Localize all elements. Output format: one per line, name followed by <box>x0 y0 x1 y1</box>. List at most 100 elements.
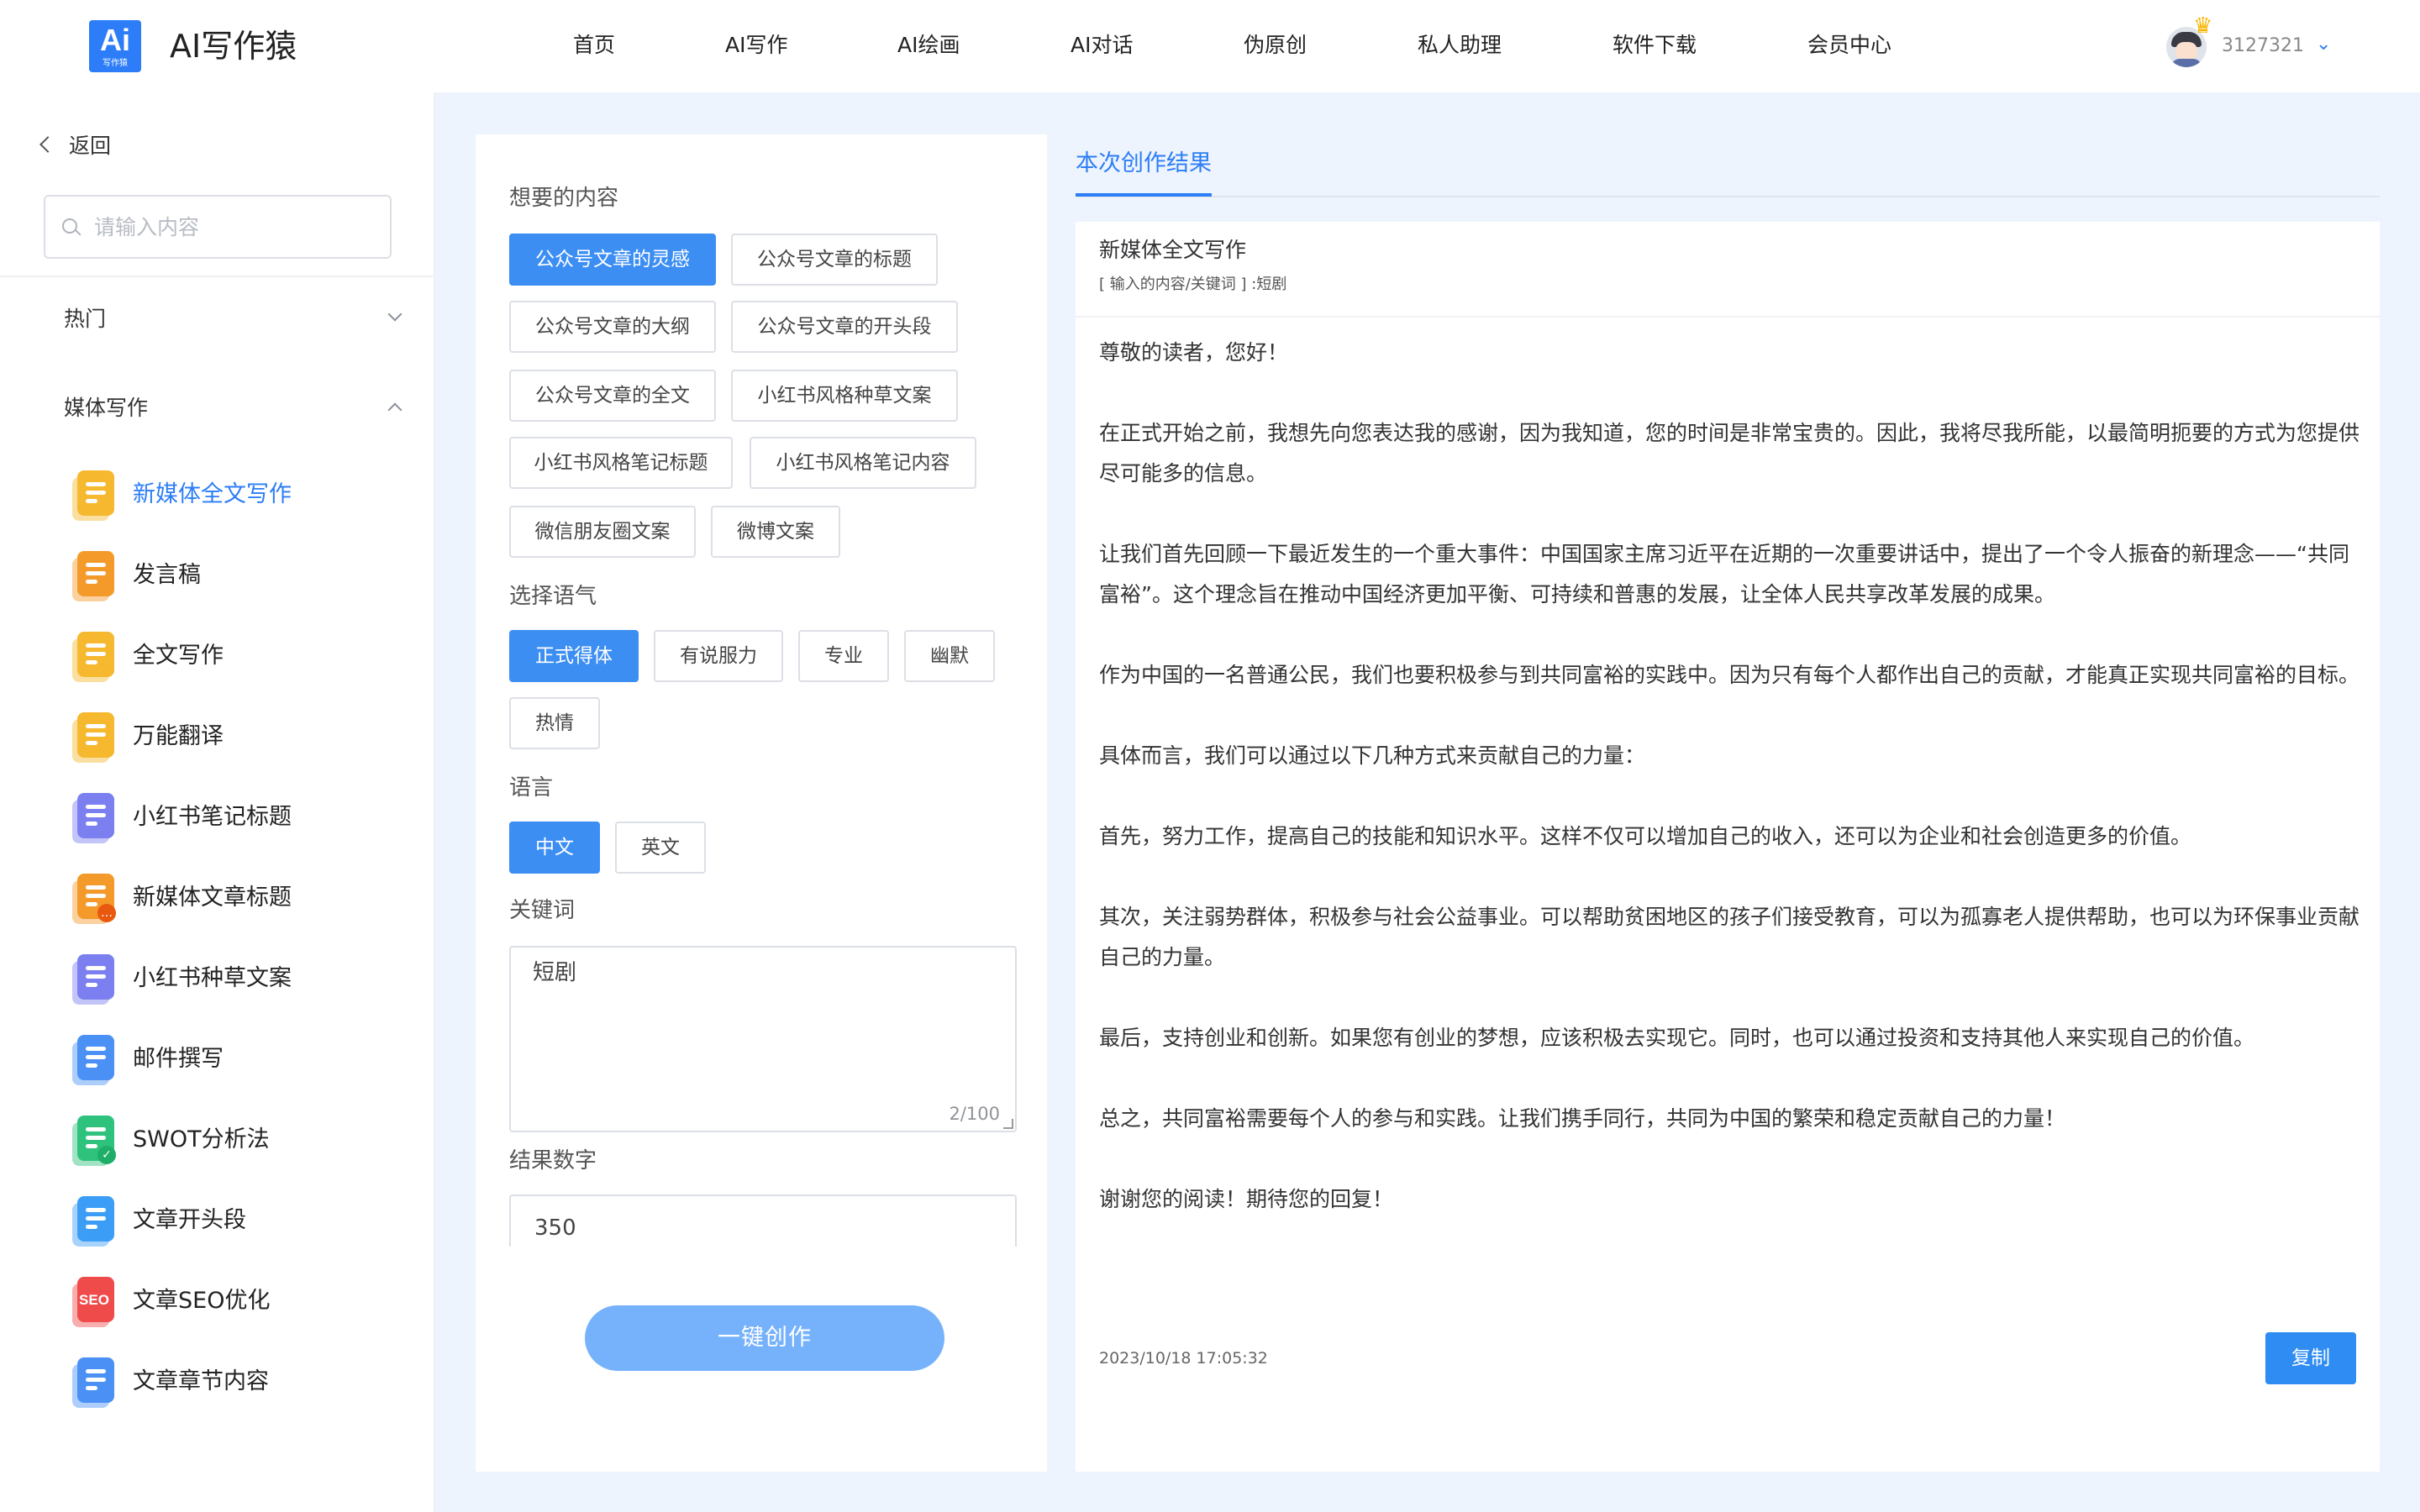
back-button[interactable]: 返回 <box>39 131 112 161</box>
doc-blue-icon <box>72 1196 116 1247</box>
sidebar-item[interactable]: 邮件撰写 <box>71 1030 407 1089</box>
resize-handle-icon[interactable] <box>1003 1119 1013 1129</box>
content-option[interactable]: 公众号文章的标题 <box>731 234 938 286</box>
doc-blue-icon <box>72 1357 116 1408</box>
tab-bar-line <box>1076 196 2380 197</box>
sidebar-item[interactable]: 文章开头段 <box>71 1191 407 1250</box>
result-body: 尊敬的读者，您好！ 在正式开始之前，我想先向您表达我的感谢，因为我知道，您的时间… <box>1099 333 2360 1260</box>
tab-active-indicator <box>1076 193 1212 197</box>
chat-bubble-icon <box>72 712 116 763</box>
keyword-label: 关键词 <box>509 898 576 923</box>
result-paragraph: 在正式开始之前，我想先向您表达我的感谢，因为我知道，您的时间是非常宝贵的。因此，… <box>1099 421 2360 486</box>
doc-yellow-icon <box>72 632 116 682</box>
content-option[interactable]: 小红书风格笔记内容 <box>750 437 976 489</box>
sidebar-item-label: 全文写作 <box>133 643 224 669</box>
create-button[interactable]: 一键创作 <box>585 1305 944 1371</box>
seo-calendar-icon: SEO <box>72 1277 116 1327</box>
result-count-field[interactable] <box>509 1194 1017 1247</box>
sidebar-item[interactable]: … 新媒体文章标题 <box>71 869 407 927</box>
tone-option[interactable]: 正式得体 <box>509 630 639 682</box>
sidebar: 返回 热门 媒体写作 新媒体全文写作发言稿全文写作万能翻译小红书笔记标题 … 新媒体… <box>0 92 435 1512</box>
sidebar-item-label: 新媒体全文写作 <box>133 481 292 507</box>
content-option[interactable]: 微博文案 <box>711 506 840 558</box>
bookmark-purple-icon <box>72 954 116 1005</box>
tone-option[interactable]: 有说服力 <box>654 630 783 682</box>
sidebar-item-label: SWOT分析法 <box>133 1126 270 1152</box>
result-timestamp: 2023/10/18 17:05:32 <box>1099 1349 1268 1368</box>
nav-rewrite[interactable]: 伪原创 <box>1244 30 1307 60</box>
check-green-icon: ✓ <box>72 1116 116 1166</box>
language-label: 语言 <box>509 775 554 801</box>
language-option[interactable]: 中文 <box>509 822 600 874</box>
nav-assistant[interactable]: 私人助理 <box>1418 30 1502 60</box>
category-hot[interactable]: 热门 <box>64 304 402 334</box>
content-option[interactable]: 公众号文章的开头段 <box>731 301 958 353</box>
keyword-field[interactable]: 短剧 2/100 <box>509 946 1017 1132</box>
tone-label: 选择语气 <box>509 584 597 609</box>
result-title: 新媒体全文写作 <box>1099 238 1247 262</box>
category-media-writing[interactable]: 媒体写作 <box>64 393 402 423</box>
search-input[interactable] <box>94 208 371 245</box>
nav-home[interactable]: 首页 <box>573 30 615 60</box>
content-option[interactable]: 公众号文章的灵感 <box>509 234 716 286</box>
sidebar-item-label: 小红书种草文案 <box>133 965 292 991</box>
search-icon <box>62 218 82 237</box>
result-count-input[interactable] <box>534 1211 988 1245</box>
result-count-label: 结果数字 <box>509 1148 597 1173</box>
tone-option[interactable]: 专业 <box>798 630 889 682</box>
result-divider <box>1076 316 2380 318</box>
content-option[interactable]: 公众号文章的全文 <box>509 370 716 422</box>
sidebar-item[interactable]: ✓ SWOT分析法 <box>71 1110 407 1169</box>
sidebar-item[interactable]: 全文写作 <box>71 627 407 685</box>
nav-membership[interactable]: 会员中心 <box>1807 30 1891 60</box>
sidebar-item[interactable]: 万能翻译 <box>71 707 407 766</box>
content-label: 想要的内容 <box>509 186 619 211</box>
nav-download[interactable]: 软件下载 <box>1612 30 1697 60</box>
vip-crown-icon: ♛ <box>2193 13 2213 39</box>
tone-option[interactable]: 幽默 <box>904 630 995 682</box>
sidebar-item-label: 小红书笔记标题 <box>133 804 292 830</box>
tab-result[interactable]: 本次创作结果 <box>1076 148 1212 180</box>
content-option[interactable]: 公众号文章的大纲 <box>509 301 716 353</box>
doc-yellow-icon <box>72 470 116 521</box>
sidebar-item[interactable]: SEO 文章SEO优化 <box>71 1272 407 1331</box>
content-option[interactable]: 小红书风格笔记标题 <box>509 437 733 489</box>
keyword-textarea[interactable]: 短剧 <box>533 958 986 1084</box>
sidebar-item[interactable]: 小红书笔记标题 <box>71 788 407 847</box>
chevron-down-icon <box>387 307 402 322</box>
content-option[interactable]: 小红书风格种草文案 <box>731 370 958 422</box>
edit-blue-icon <box>72 1035 116 1085</box>
app-title: AI写作猿 <box>170 28 297 65</box>
sidebar-item-label: 邮件撰写 <box>133 1046 224 1072</box>
copy-button[interactable]: 复制 <box>2265 1332 2356 1384</box>
chevron-up-icon <box>387 402 402 417</box>
nav-ai-writing[interactable]: AI写作 <box>725 30 787 60</box>
content-option[interactable]: 微信朋友圈文案 <box>509 506 696 558</box>
tone-option[interactable]: 热情 <box>509 697 600 749</box>
seo-icon-text: SEO <box>79 1292 109 1308</box>
result-paragraph: 总之，共同富裕需要每个人的参与和实践。让我们携手同行，共同为中国的繁荣和稳定贡献… <box>1099 1106 2066 1131</box>
sidebar-item[interactable]: 发言稿 <box>71 546 407 605</box>
logo-caption: 写作猿 <box>103 59 128 68</box>
category-label: 媒体写作 <box>64 396 149 420</box>
form-panel: 想要的内容 公众号文章的灵感 公众号文章的标题 公众号文章的大纲 公众号文章的开… <box>476 134 1047 1472</box>
sidebar-item[interactable]: 新媒体全文写作 <box>71 465 407 524</box>
language-option[interactable]: 英文 <box>615 822 706 874</box>
result-paragraph: 尊敬的读者，您好！ <box>1099 340 1289 365</box>
app-logo[interactable]: Ai 写作猿 <box>89 20 141 72</box>
sidebar-item[interactable]: 小红书种草文案 <box>71 949 407 1008</box>
user-id: 3127321 <box>2222 35 2304 56</box>
nav-ai-chat[interactable]: AI对话 <box>1071 30 1133 60</box>
search-box[interactable] <box>44 195 392 259</box>
sidebar-item[interactable]: 文章章节内容 <box>71 1352 407 1411</box>
doc-badge-orange-icon: … <box>72 874 116 924</box>
chevron-down-icon[interactable]: ⌄ <box>2316 32 2331 57</box>
sidebar-item-label: 文章开头段 <box>133 1207 246 1233</box>
nav-ai-drawing[interactable]: AI绘画 <box>897 30 960 60</box>
category-label: 热门 <box>64 307 107 331</box>
result-subtitle: [ 输入的内容/关键词 ] :短剧 <box>1099 276 1287 293</box>
result-paragraph: 其次，关注弱势群体，积极参与社会公益事业。可以帮助贫困地区的孩子们接受教育，可以… <box>1099 905 2360 969</box>
result-paragraph: 作为中国的一名普通公民，我们也要积极参与到共同富裕的实践中。因为只有每个人都作出… <box>1099 663 2360 687</box>
back-label: 返回 <box>69 134 112 158</box>
chevron-left-icon <box>39 136 56 153</box>
